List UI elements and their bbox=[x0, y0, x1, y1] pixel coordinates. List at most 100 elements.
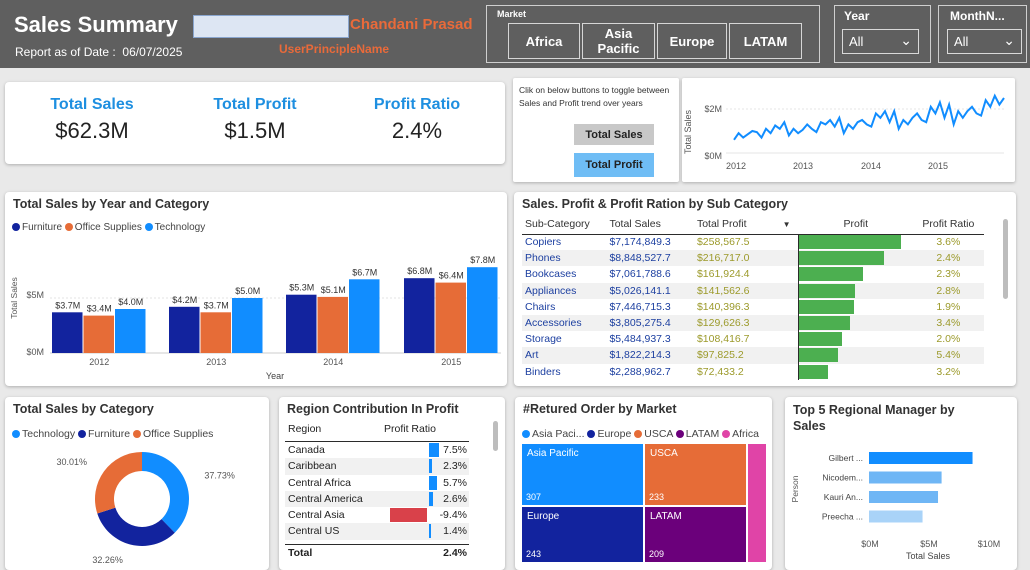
subcat-profit-bar[interactable] bbox=[799, 299, 855, 314]
region-scrollbar[interactable] bbox=[493, 421, 498, 451]
table-scrollbar[interactable] bbox=[1003, 219, 1008, 299]
subcat-profit-bar[interactable] bbox=[799, 316, 851, 331]
bar-data-label: $3.7M bbox=[204, 300, 229, 310]
trend-xtick: 2012 bbox=[726, 161, 746, 171]
region-ratio-bar[interactable] bbox=[429, 491, 433, 506]
treemap-africa[interactable] bbox=[748, 444, 766, 562]
treemap-latam[interactable]: LATAM 209 bbox=[645, 507, 746, 562]
donut-slice-office-supplies[interactable] bbox=[95, 452, 142, 514]
col-header[interactable]: Sub-Category bbox=[522, 214, 606, 234]
manager-bar[interactable] bbox=[869, 491, 939, 503]
year-slicer-label: Year bbox=[844, 9, 870, 23]
donut-slice-technology[interactable] bbox=[142, 452, 189, 533]
subcat-profit-bar[interactable] bbox=[799, 267, 864, 282]
subcat-profit-bar[interactable] bbox=[799, 283, 856, 298]
region-col-header[interactable]: Region bbox=[288, 423, 321, 435]
region-ratio-bar[interactable] bbox=[429, 443, 440, 457]
bar-office-supplies-2015[interactable] bbox=[435, 282, 467, 353]
legend-item[interactable]: USCA bbox=[634, 428, 673, 440]
table-row[interactable]: Accessories $3,805,275.4 $129,626.3 3.4% bbox=[522, 314, 984, 332]
bar-office-supplies-2013[interactable] bbox=[200, 312, 232, 353]
treemap-usca[interactable]: USCA 233 bbox=[645, 444, 746, 505]
bar-technology-2014[interactable] bbox=[349, 279, 380, 353]
region-ratio-bar[interactable] bbox=[429, 459, 433, 474]
subcat-profit-bar[interactable] bbox=[799, 251, 885, 266]
year-dropdown[interactable]: All ⌄ bbox=[842, 29, 919, 54]
subcat-profit-bar[interactable] bbox=[799, 235, 902, 250]
market-latam-button[interactable]: LATAM bbox=[729, 23, 802, 59]
region-row[interactable]: Caribbean 2.3% bbox=[285, 458, 469, 475]
bar-furniture-2014[interactable] bbox=[286, 294, 317, 353]
sales-year-category-chart: Total Sales $5M $0M Year $3.7M $3.4M $4.0M… bbox=[9, 255, 501, 381]
trend-series-line[interactable] bbox=[733, 93, 1005, 141]
user-textbox[interactable] bbox=[193, 15, 349, 38]
table-row[interactable]: Bookcases $7,061,788.6 $161,924.4 2.3% bbox=[522, 266, 984, 283]
table-row[interactable]: Copiers $7,174,849.3 $258,567.5 3.6% bbox=[522, 234, 984, 251]
manager-name: Preecha ... bbox=[822, 512, 863, 522]
subcat-name: Bookcases bbox=[525, 268, 577, 281]
managers-xtick: $5M bbox=[920, 539, 938, 549]
report-date: Report as of Date : 06/07/2025 bbox=[15, 45, 183, 59]
bar-office-supplies-2014[interactable] bbox=[317, 296, 349, 353]
table-row[interactable]: Phones $8,848,527.7 $216,717.0 2.4% bbox=[522, 250, 984, 267]
kpi-total-sales-value: $62.3M bbox=[55, 118, 129, 143]
legend-item[interactable]: Africa bbox=[722, 428, 759, 440]
legend-item[interactable]: Europe bbox=[587, 428, 631, 440]
manager-bar[interactable] bbox=[869, 471, 942, 484]
region-row[interactable]: Central America 2.6% bbox=[285, 490, 469, 508]
col-header[interactable]: Total Sales bbox=[606, 214, 694, 234]
table-row[interactable]: Storage $5,484,937.3 $108,416.7 2.0% bbox=[522, 331, 984, 348]
total-profit-toggle-button[interactable]: Total Profit bbox=[574, 153, 654, 177]
profit-ratio-col-header[interactable]: Profit Ratio bbox=[384, 423, 436, 435]
region-row[interactable]: Central US 1.4% bbox=[285, 523, 469, 540]
bar-office-supplies-2012[interactable] bbox=[83, 315, 115, 353]
trend-ytick: $2M bbox=[704, 104, 722, 114]
bar-xtick: 2015 bbox=[441, 357, 461, 367]
returned-orders-title: #Retured Order by Market bbox=[523, 402, 677, 416]
toggle-card: Clik on below buttons to toggle between … bbox=[513, 78, 679, 182]
col-header[interactable]: Profit Ratio bbox=[913, 214, 984, 234]
region-row[interactable]: Canada 7.5% bbox=[285, 442, 469, 459]
manager-name: Gilbert ... bbox=[829, 453, 863, 463]
legend-item[interactable]: Asia Paci... bbox=[522, 428, 585, 440]
table-row[interactable]: Art $1,822,214.3 $97,825.2 5.4% bbox=[522, 347, 984, 364]
bar-data-label: $3.4M bbox=[87, 304, 112, 314]
bar-furniture-2013[interactable] bbox=[169, 306, 200, 353]
col-header[interactable]: Profit bbox=[799, 214, 913, 234]
total-sales-toggle-button[interactable]: Total Sales bbox=[574, 124, 654, 145]
bar-technology-2015[interactable] bbox=[467, 267, 498, 353]
table-row[interactable]: Appliances $5,026,141.1 $141,562.6 2.8% bbox=[522, 282, 984, 299]
subcat-profit-bar[interactable] bbox=[799, 348, 839, 363]
sort-desc-icon: ▼ bbox=[782, 219, 791, 229]
region-row[interactable]: Central Africa 5.7% bbox=[285, 474, 469, 491]
manager-bar[interactable] bbox=[869, 510, 923, 523]
region-name: Caribbean bbox=[288, 460, 337, 473]
bar-furniture-2012[interactable] bbox=[52, 312, 83, 353]
manager-name: Kauri An... bbox=[824, 492, 863, 502]
month-dropdown[interactable]: All ⌄ bbox=[947, 29, 1022, 54]
region-ratio-bar[interactable] bbox=[429, 475, 437, 490]
market-europe-button[interactable]: Europe bbox=[657, 23, 727, 59]
treemap-asia-pacific[interactable]: Asia Pacific 307 bbox=[522, 444, 643, 505]
market-asia-pacific-button[interactable]: Asia Pacific bbox=[582, 23, 655, 59]
subcat-profit: $108,416.7 bbox=[696, 333, 750, 346]
bar-data-label: $5.1M bbox=[321, 285, 346, 295]
col-header[interactable]: Total Profit ▼ bbox=[694, 214, 799, 234]
table-row[interactable]: Binders $2,288,962.7 $72,433.2 3.2% bbox=[522, 363, 984, 380]
market-africa-button[interactable]: Africa bbox=[508, 23, 580, 59]
subcat-profit-bar[interactable] bbox=[799, 364, 829, 379]
bar-technology-2012[interactable] bbox=[115, 309, 146, 353]
region-ratio-bar[interactable] bbox=[429, 524, 431, 539]
region-row[interactable]: Central Asia -9.4% bbox=[285, 507, 469, 524]
bar-furniture-2015[interactable] bbox=[404, 278, 435, 353]
table-row[interactable]: Chairs $7,446,715.3 $140,396.3 1.9% bbox=[522, 298, 984, 315]
treemap-europe[interactable]: Europe 243 bbox=[522, 507, 643, 562]
manager-bar[interactable] bbox=[869, 452, 973, 464]
legend-item[interactable]: LATAM bbox=[675, 428, 719, 440]
bar-technology-2013[interactable] bbox=[232, 298, 263, 353]
region-ratio-bar[interactable] bbox=[390, 508, 427, 523]
donut-slice-furniture[interactable] bbox=[97, 507, 175, 546]
subcat-profit-bar-cell bbox=[798, 282, 913, 299]
subcat-profit: $141,562.6 bbox=[696, 284, 750, 297]
subcat-profit-bar[interactable] bbox=[799, 332, 843, 347]
